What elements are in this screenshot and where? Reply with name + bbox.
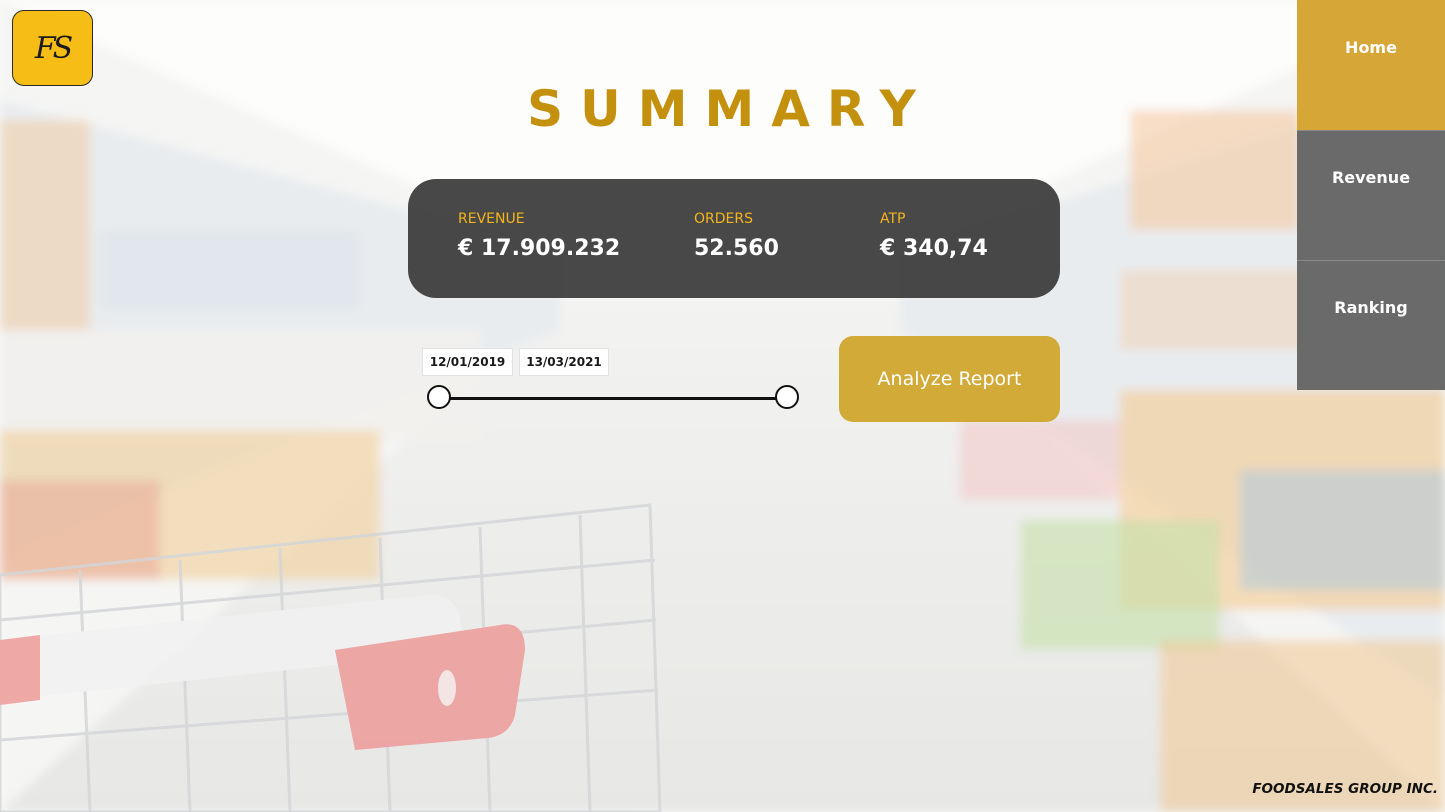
kpi-revenue-value: € 17.909.232 [458, 236, 621, 261]
company-footer: FOODSALES GROUP INC. [1252, 781, 1438, 797]
kpi-card: REVENUE € 17.909.232 ORDERS 52.560 ATP €… [408, 179, 1060, 298]
logo-text: FS [34, 30, 73, 66]
date-slider-start-handle[interactable] [427, 385, 451, 409]
date-end-input[interactable]: 13/03/2021 [519, 348, 609, 376]
date-slider-end-handle[interactable] [775, 385, 799, 409]
kpi-atp-value: € 340,74 [880, 236, 988, 261]
nav-item-revenue[interactable]: Revenue [1297, 130, 1445, 260]
nav-item-home[interactable]: Home [1297, 0, 1445, 130]
kpi-orders-label: ORDERS [694, 211, 753, 227]
company-logo[interactable]: FS [12, 10, 93, 86]
date-slider-track[interactable] [440, 397, 787, 400]
kpi-atp-label: ATP [880, 211, 906, 227]
kpi-revenue: REVENUE € 17.909.232 [458, 211, 620, 261]
analyze-report-button[interactable]: Analyze Report [839, 336, 1060, 422]
kpi-revenue-label: REVENUE [458, 211, 525, 227]
nav-item-ranking[interactable]: Ranking [1297, 260, 1445, 390]
kpi-orders: ORDERS 52.560 [694, 211, 779, 261]
date-start-input[interactable]: 12/01/2019 [422, 348, 513, 376]
side-nav: Home Revenue Ranking [1297, 0, 1445, 390]
kpi-atp: ATP € 340,74 [880, 211, 988, 261]
kpi-orders-value: 52.560 [694, 236, 779, 261]
page-title: SUMMARY [527, 80, 933, 138]
